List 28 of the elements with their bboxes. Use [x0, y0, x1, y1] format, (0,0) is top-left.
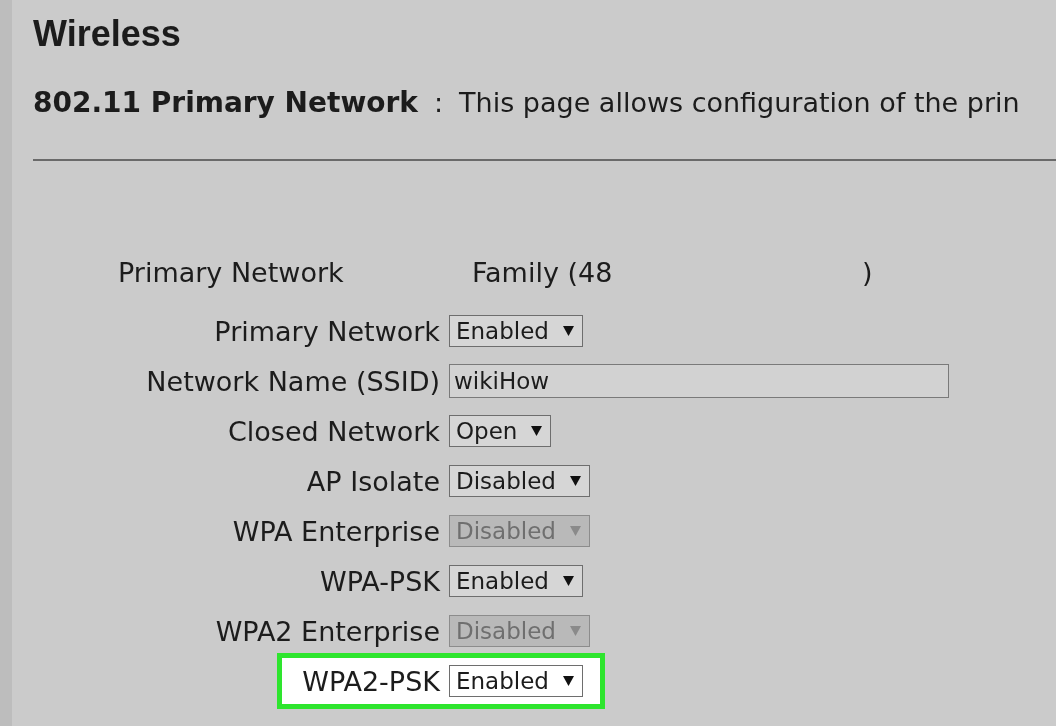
dropdown[interactable]: Enabled [449, 665, 583, 697]
caret-icon [562, 676, 574, 686]
dropdown[interactable]: Enabled [449, 565, 583, 597]
ssid-field[interactable]: wikiHow [449, 364, 949, 398]
caret-icon [569, 626, 581, 636]
dropdown[interactable]: Disabled [449, 465, 590, 497]
caret-icon [569, 526, 581, 536]
field-label: WPA Enterprise [231, 515, 440, 547]
dropdown[interactable]: Open [449, 415, 552, 447]
info-label: Primary Network [118, 256, 345, 288]
caret-icon [531, 426, 543, 436]
closing-parenthesis: ) [862, 256, 874, 288]
network-value: Family (48 [472, 256, 614, 288]
field-label: WPA2 Enterprise [214, 615, 440, 647]
caret-icon [562, 576, 574, 586]
page-title: Wireless [33, 14, 182, 54]
field-label: Network Name (SSID) [145, 365, 440, 397]
section-description: This page allows configuration of the prin [459, 87, 1020, 118]
separator: : [433, 87, 444, 118]
field-label: WPA-PSK [319, 565, 440, 597]
caret-icon [569, 476, 581, 486]
caret-icon [562, 326, 574, 336]
field-label: AP Isolate [305, 465, 440, 497]
dropdown[interactable]: Enabled [449, 315, 583, 347]
section-heading: 802.11 Primary Network [33, 86, 418, 119]
field-label: Closed Network [227, 415, 440, 447]
field-label: Primary Network [213, 315, 440, 347]
field-label: WPA2-PSK [301, 665, 440, 697]
